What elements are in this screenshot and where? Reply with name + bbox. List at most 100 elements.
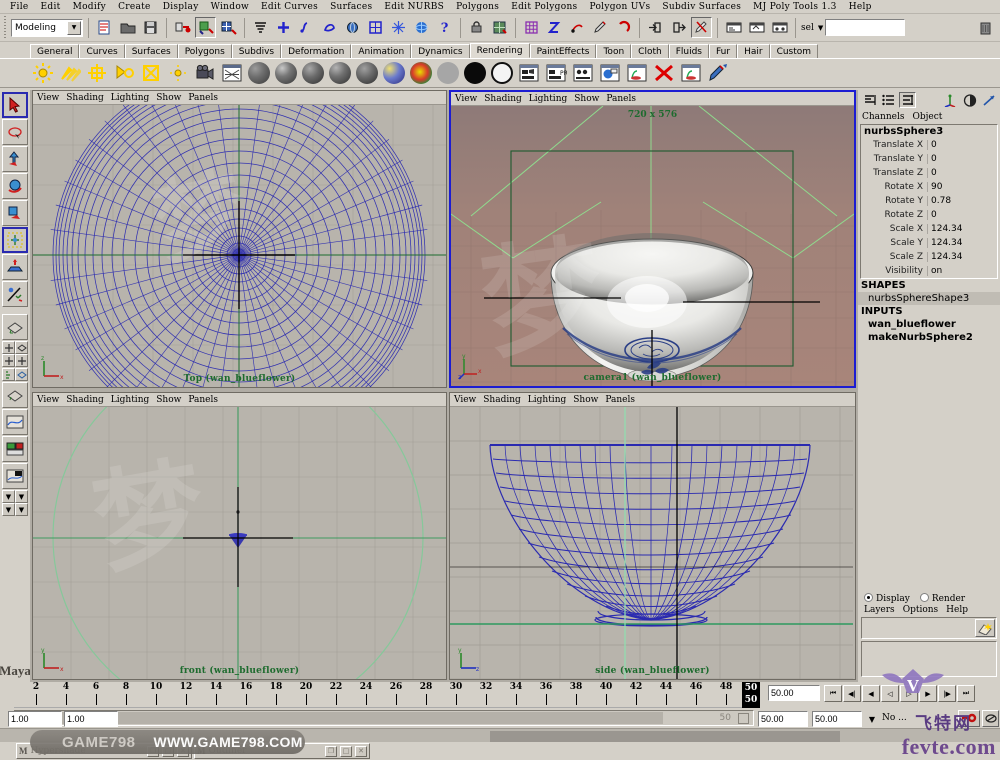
attr-value[interactable]: 0 [927, 168, 997, 178]
animation-preferences-icon[interactable] [982, 710, 999, 727]
menu-edit-nurbs[interactable]: Edit NURBS [378, 2, 450, 12]
menu-panels[interactable]: Panels [606, 94, 636, 104]
menu-polygons[interactable]: Polygons [450, 2, 505, 12]
lasso-select-tool[interactable] [2, 119, 28, 145]
single-perspective-layout[interactable] [2, 314, 28, 340]
menu-show[interactable]: Show [156, 93, 181, 103]
range-slider[interactable]: 50 [14, 710, 754, 726]
paint-effects-icon[interactable] [705, 60, 731, 86]
anisotropic-material-icon[interactable] [354, 60, 380, 86]
blinn-material-icon[interactable] [273, 60, 299, 86]
tool-settings-icon[interactable] [980, 92, 997, 108]
ramp-shader-icon[interactable] [408, 60, 434, 86]
magnet-snap-icon[interactable] [613, 17, 634, 38]
chevron-down-icon[interactable]: ▼ [864, 711, 880, 727]
menu-set-selector[interactable]: Modeling ▼ [11, 18, 83, 37]
menu-view[interactable]: View [454, 395, 476, 405]
render-current-icon[interactable]: PR [543, 60, 569, 86]
menu-help[interactable]: Help [843, 2, 878, 12]
hypershade-icon[interactable] [219, 60, 245, 86]
shelf-tab-fur[interactable]: Fur [708, 44, 738, 58]
create-camera-icon[interactable] [192, 60, 218, 86]
viewport-top[interactable]: View Shading Lighting Show Panels z x To… [32, 90, 447, 388]
layered-shader-icon[interactable] [381, 60, 407, 86]
menu-edit-curves[interactable]: Edit Curves [255, 2, 324, 12]
snap-grid-icon[interactable] [273, 17, 294, 38]
viewport-front-canvas[interactable]: 梦 yx front (wan_blueflower) [33, 407, 446, 679]
step-forward-key-icon[interactable]: |▶ [938, 685, 956, 702]
options-menu[interactable]: Options [903, 605, 938, 615]
menu-shading[interactable]: Shading [66, 93, 104, 103]
menu-edit[interactable]: Edit [35, 2, 67, 12]
snap-curve-icon[interactable] [296, 17, 317, 38]
step-back-frame-icon[interactable]: ◀ [862, 685, 880, 702]
menu-shading[interactable]: Shading [66, 395, 104, 405]
shelf-tab-general[interactable]: General [30, 44, 80, 58]
auto-key-icon[interactable] [958, 710, 980, 727]
menu-show[interactable]: Show [156, 395, 181, 405]
step-forward-frame-icon[interactable]: ▶ [919, 685, 937, 702]
play-forwards-icon[interactable]: ▷ [900, 685, 918, 702]
render-view-icon[interactable] [489, 17, 510, 38]
viewport-side[interactable]: View Shading Lighting Show Panels y z si… [449, 392, 856, 680]
menu-file[interactable]: File [4, 2, 35, 12]
menu-subdiv-surfaces[interactable]: Subdiv Surfaces [656, 2, 747, 12]
shelf-tab-subdivs[interactable]: Subdivs [231, 44, 282, 58]
statusline-drag-handle[interactable] [2, 15, 9, 40]
play-backwards-icon[interactable]: ◁ [881, 685, 899, 702]
shelf-tab-polygons[interactable]: Polygons [177, 44, 232, 58]
scale-tool[interactable] [2, 200, 28, 226]
select-tool[interactable] [2, 92, 28, 118]
select-by-object-icon[interactable] [195, 17, 216, 38]
viewport-camera1-canvas[interactable]: 梦 720 x 576 yxz camera1 (wan_blueflower) [451, 106, 854, 386]
menu-modify[interactable]: Modify [67, 2, 113, 12]
maximize-icon[interactable]: □ [340, 745, 352, 757]
attr-value[interactable]: 0 [927, 154, 997, 164]
layer-list[interactable] [861, 641, 997, 677]
shelf-tab-dynamics[interactable]: Dynamics [411, 44, 470, 58]
select-by-component-icon[interactable] [218, 17, 239, 38]
saved-layout-2[interactable] [2, 463, 28, 489]
object-menu[interactable]: Object [912, 112, 942, 122]
go-to-start-icon[interactable]: ⏮ [824, 685, 842, 702]
menu-shading[interactable]: Shading [484, 94, 522, 104]
menu-show[interactable]: Show [573, 395, 598, 405]
move-tool[interactable] [2, 146, 28, 172]
menu-view[interactable]: View [455, 94, 477, 104]
help-menu[interactable]: Help [946, 605, 968, 615]
attr-value[interactable]: 124.34 [927, 238, 997, 248]
show-hide-grid-icon[interactable] [521, 17, 542, 38]
menu-view[interactable]: View [37, 395, 59, 405]
persp-layout[interactable] [15, 368, 28, 381]
chevron-down-icon[interactable]: ▼ [67, 20, 81, 35]
point-light-icon[interactable] [84, 60, 110, 86]
range-end-field[interactable] [758, 711, 808, 727]
shelf-tab-custom[interactable]: Custom [769, 44, 819, 58]
snap-point-icon[interactable] [319, 17, 340, 38]
input-node-item[interactable]: wan_blueflower [858, 318, 1000, 331]
range-handle[interactable] [738, 713, 749, 724]
menu-lighting[interactable]: Lighting [529, 94, 567, 104]
render-stats-icon[interactable] [961, 92, 978, 108]
close-icon[interactable]: ✕ [355, 745, 367, 757]
range-start-field[interactable] [8, 711, 62, 727]
input-connection-icon[interactable] [645, 17, 666, 38]
attr-value[interactable]: 0 [927, 140, 997, 150]
two-pane-layout[interactable] [2, 354, 15, 367]
surface-shader-icon[interactable] [435, 60, 461, 86]
new-layer-icon[interactable] [975, 619, 995, 637]
persp-outliner-layout[interactable] [15, 341, 28, 354]
menu-surfaces[interactable]: Surfaces [324, 2, 378, 12]
selection-name-field[interactable] [825, 19, 906, 36]
menu-mj-poly-tools[interactable]: MJ Poly Tools 1.3 [747, 2, 843, 12]
open-scene-icon[interactable] [117, 17, 138, 38]
help-icon[interactable]: ? [434, 17, 455, 38]
current-frame-field[interactable] [768, 685, 820, 701]
shelf-tab-painteffects[interactable]: PaintEffects [529, 44, 597, 58]
directional-light-icon[interactable] [57, 60, 83, 86]
shape-node-item[interactable]: nurbsSphereShape3 [858, 292, 1000, 305]
universal-manipulator-tool[interactable] [2, 227, 28, 253]
soft-modification-tool[interactable] [2, 254, 28, 280]
shading-map-icon[interactable] [489, 60, 515, 86]
render-settings-icon[interactable] [678, 60, 704, 86]
